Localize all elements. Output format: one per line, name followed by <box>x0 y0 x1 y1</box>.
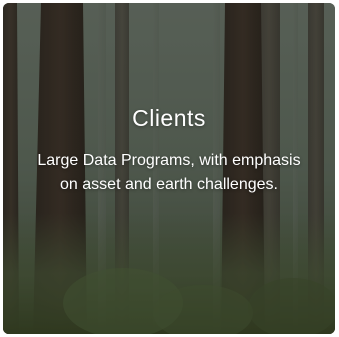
card-description: Large Data Programs, with emphasis on as… <box>37 152 301 193</box>
card-title: Clients <box>132 105 206 131</box>
card-content: Clients Large Data Programs, with emphas… <box>3 103 335 197</box>
clients-card[interactable]: Clients Large Data Programs, with emphas… <box>3 3 335 334</box>
